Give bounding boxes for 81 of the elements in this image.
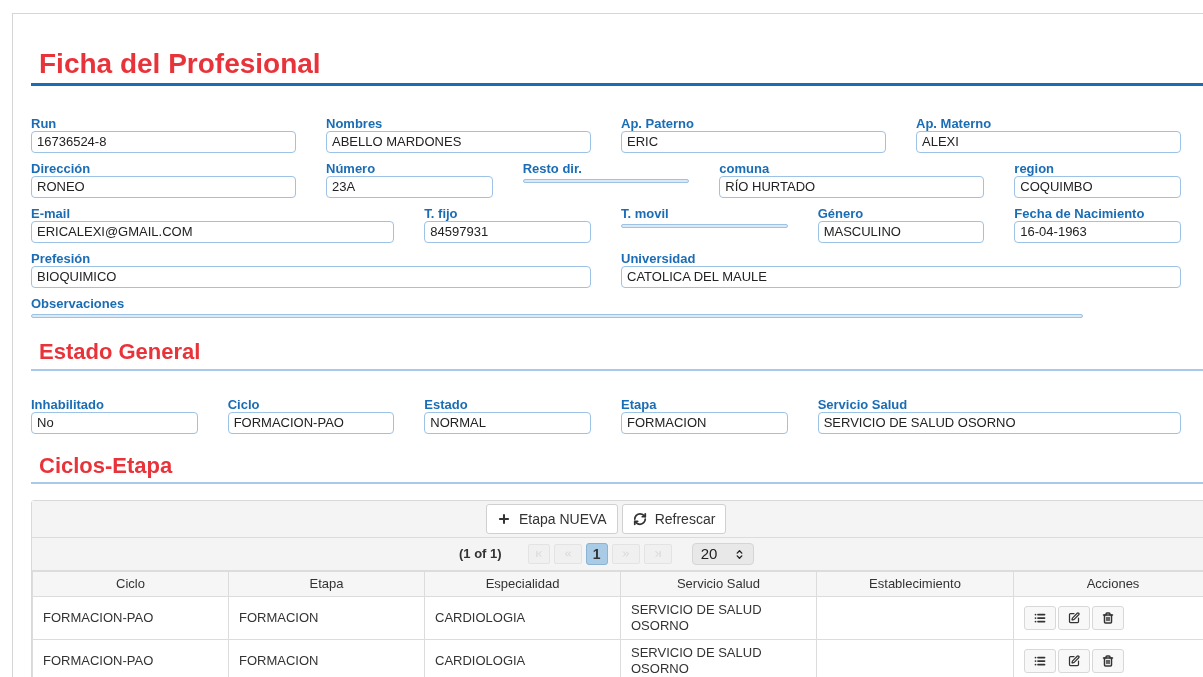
table-cell-text: SERVICIO DE SALUD OSORNO <box>631 645 763 677</box>
field-label: Universidad <box>621 251 697 266</box>
page-button[interactable]: 1 <box>585 543 608 565</box>
column-header: Servicio Salud <box>620 571 817 597</box>
field-label: Ap. Materno <box>916 116 993 131</box>
input-field[interactable]: ERICALEXI@GMAIL.COM <box>31 221 395 243</box>
edit-icon <box>1068 655 1080 667</box>
field-label: T. fijo <box>424 206 459 221</box>
input-field[interactable]: RONEO <box>31 176 296 198</box>
input-field[interactable]: FORMACION <box>621 411 788 434</box>
input-field[interactable] <box>621 224 788 228</box>
field-label: comuna <box>719 161 771 176</box>
list-icon <box>1034 612 1046 624</box>
input-field[interactable]: MASCULINO <box>817 221 985 243</box>
delete-button[interactable] <box>1092 606 1124 630</box>
section-title: Ficha del Profesional <box>38 47 322 81</box>
field-label: Ap. Paterno <box>621 116 695 131</box>
input-field[interactable] <box>522 179 690 183</box>
input-field[interactable]: FORMACION-PAO <box>227 411 395 434</box>
column-header: Acciones <box>1013 571 1203 597</box>
trash-icon <box>1102 612 1114 624</box>
field-label: E-mail <box>31 206 71 221</box>
field-label: Resto dir. <box>522 161 583 176</box>
list-icon <box>1034 655 1046 667</box>
column-header: Ciclo <box>32 571 229 597</box>
field-label: Fecha de Nacimiento <box>1014 206 1146 221</box>
edit-button[interactable] <box>1058 606 1090 630</box>
input-field[interactable]: RÍO HURTADO <box>719 176 985 198</box>
field-label: Nombres <box>326 116 384 131</box>
field-label: Servicio Salud <box>817 396 909 412</box>
section-title: Ciclos-Etapa <box>38 451 174 480</box>
table-cell-text: FORMACION-PAO <box>43 653 155 669</box>
list-button[interactable] <box>1024 649 1056 673</box>
toolbar-button[interactable]: Etapa NUEVA <box>486 504 618 534</box>
input-field[interactable]: CATOLICA DEL MAULE <box>621 266 1181 288</box>
column-header: Establecimiento <box>816 571 1014 597</box>
table-cell-text: SERVICIO DE SALUD OSORNO <box>631 602 763 634</box>
table-cell-text: FORMACION-PAO <box>43 610 155 626</box>
trash-icon <box>1102 655 1114 667</box>
next-page-button[interactable] <box>611 544 640 564</box>
table-cell-text: CARDIOLOGIA <box>435 610 527 626</box>
input-field[interactable]: SERVICIO DE SALUD OSORNO <box>817 411 1181 434</box>
column-header: Especialidad <box>424 571 621 597</box>
section-title: Estado General <box>38 338 202 366</box>
plus-icon <box>497 512 511 526</box>
input-field[interactable]: No <box>31 411 198 434</box>
input-field[interactable]: NORMAL <box>424 411 591 434</box>
field-label: Inhabilitado <box>31 396 105 412</box>
table-cell-text: FORMACION <box>239 610 320 626</box>
rows-per-page-select[interactable]: 20 <box>691 543 754 565</box>
field-label: Ciclo <box>227 396 261 412</box>
field-label: Etapa <box>621 396 658 412</box>
page-status: (1 of 1) <box>459 545 502 564</box>
input-field[interactable]: 16736524-8 <box>31 131 296 153</box>
input-field[interactable]: 16-04-1963 <box>1014 221 1181 243</box>
list-button[interactable] <box>1024 606 1056 630</box>
edit-icon <box>1068 612 1080 624</box>
toolbar-button[interactable]: Refrescar <box>621 504 727 534</box>
field-label: Observaciones <box>31 296 126 311</box>
input-field[interactable]: ERIC <box>621 131 886 153</box>
field-label: Run <box>31 116 58 131</box>
refresh-icon <box>632 512 647 526</box>
input-field[interactable]: BIOQUIMICO <box>31 266 591 288</box>
field-label: Número <box>326 161 377 176</box>
field-label: Dirección <box>31 161 92 176</box>
input-field[interactable]: 84597931 <box>424 221 591 243</box>
column-header: Etapa <box>228 571 425 597</box>
field-label: region <box>1014 161 1056 176</box>
input-field[interactable]: 23A <box>326 176 493 198</box>
delete-button[interactable] <box>1092 649 1124 673</box>
edit-button[interactable] <box>1058 649 1090 673</box>
field-label: Género <box>817 206 865 221</box>
field-label: Estado <box>424 396 469 412</box>
table-cell-text: FORMACION <box>239 653 320 669</box>
field-label: T. movil <box>621 206 670 221</box>
field-label: Prefesión <box>31 251 92 266</box>
input-field[interactable]: COQUIMBO <box>1014 176 1181 198</box>
input-field[interactable] <box>31 314 1083 318</box>
table-cell-text: CARDIOLOGIA <box>435 653 527 669</box>
input-field[interactable]: ALEXI <box>916 131 1181 153</box>
input-field[interactable]: ABELLO MARDONES <box>326 131 591 153</box>
